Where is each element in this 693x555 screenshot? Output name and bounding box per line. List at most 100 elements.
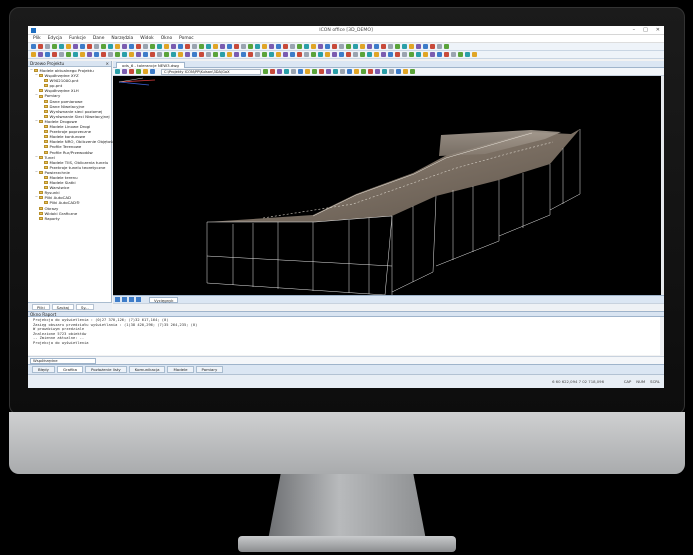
toolbar-button-icon[interactable]: [101, 52, 106, 57]
menu-view[interactable]: Widok: [140, 36, 153, 41]
3d-viewport[interactable]: [113, 76, 661, 296]
toolbar-button-icon[interactable]: [94, 44, 99, 49]
toolbar-button-icon[interactable]: [283, 52, 288, 57]
view-toolbar-button-icon[interactable]: [389, 69, 394, 74]
toolbar-button-icon[interactable]: [248, 44, 253, 49]
toolbar-button-icon[interactable]: [416, 44, 421, 49]
toolbar-button-icon[interactable]: [395, 52, 400, 57]
expand-toggle-icon[interactable]: −: [35, 93, 38, 98]
view-toolbar-button-icon[interactable]: [361, 69, 366, 74]
view-toolbar-button-icon[interactable]: [312, 69, 317, 74]
toolbar-button-icon[interactable]: [276, 44, 281, 49]
view-toolbar-button-icon[interactable]: [403, 69, 408, 74]
toolbar-button-icon[interactable]: [199, 52, 204, 57]
viewport-horizontal-scrollbar[interactable]: [113, 303, 664, 310]
toolbar-button-icon[interactable]: [465, 52, 470, 57]
toolbar-button-icon[interactable]: [367, 44, 372, 49]
toolbar-button-icon[interactable]: [150, 44, 155, 49]
toolbar-button-icon[interactable]: [388, 44, 393, 49]
toolbar-button-icon[interactable]: [143, 52, 148, 57]
toolbar-button-icon[interactable]: [234, 44, 239, 49]
toolbar-button-icon[interactable]: [241, 52, 246, 57]
tab-system[interactable]: Sy...: [75, 303, 94, 310]
tab-models[interactable]: Modele: [167, 366, 194, 373]
toolbar-button-icon[interactable]: [129, 52, 134, 57]
tree-item[interactable]: Raporty: [30, 216, 109, 221]
toolbar-button-icon[interactable]: [402, 44, 407, 49]
toolbar-button-icon[interactable]: [185, 52, 190, 57]
expand-toggle-icon[interactable]: −: [35, 170, 38, 175]
menu-functions[interactable]: Funkcje: [69, 36, 86, 41]
toolbar-button-icon[interactable]: [409, 44, 414, 49]
toolbar-button-icon[interactable]: [360, 52, 365, 57]
toolbar-button-icon[interactable]: [178, 44, 183, 49]
toolbar-button-icon[interactable]: [374, 52, 379, 57]
view-toolbar-button-icon[interactable]: [382, 69, 387, 74]
toolbar-button-icon[interactable]: [157, 44, 162, 49]
toolbar-button-icon[interactable]: [255, 52, 260, 57]
expand-toggle-icon[interactable]: −: [35, 119, 38, 124]
tab-graphics[interactable]: Grafika: [56, 366, 83, 373]
view-toolbar-button-icon[interactable]: [129, 69, 134, 74]
toolbar-button-icon[interactable]: [360, 44, 365, 49]
view-toolbar-button-icon[interactable]: [122, 69, 127, 74]
view-toolbar-button-icon[interactable]: [410, 69, 415, 74]
toolbar-button-icon[interactable]: [206, 44, 211, 49]
view-toolbar-button-icon[interactable]: [143, 69, 148, 74]
toolbar-button-icon[interactable]: [332, 52, 337, 57]
toolbar-button-icon[interactable]: [136, 52, 141, 57]
toolbar-button-icon[interactable]: [171, 44, 176, 49]
toolbar-button-icon[interactable]: [346, 52, 351, 57]
toolbar-button-icon[interactable]: [171, 52, 176, 57]
layout-tab[interactable]: Vycięgnyk: [149, 296, 179, 303]
toolbar-button-icon[interactable]: [178, 52, 183, 57]
toolbar-button-icon[interactable]: [332, 44, 337, 49]
toolbar-button-icon[interactable]: [430, 44, 435, 49]
tab-files[interactable]: Pliki: [32, 303, 50, 310]
view-toolbar-button-icon[interactable]: [291, 69, 296, 74]
toolbar-button-icon[interactable]: [262, 52, 267, 57]
view-toolbar-button-icon[interactable]: [270, 69, 275, 74]
toolbar-button-icon[interactable]: [87, 52, 92, 57]
toolbar-button-icon[interactable]: [318, 44, 323, 49]
view-toolbar-button-icon[interactable]: [340, 69, 345, 74]
toolbar-button-icon[interactable]: [409, 52, 414, 57]
toolbar-button-icon[interactable]: [213, 44, 218, 49]
toolbar-button-icon[interactable]: [290, 44, 295, 49]
minimize-icon[interactable]: –: [633, 27, 636, 33]
toolbar-button-icon[interactable]: [304, 44, 309, 49]
view-toolbar-button-icon[interactable]: [368, 69, 373, 74]
toolbar-button-icon[interactable]: [206, 52, 211, 57]
toolbar-button-icon[interactable]: [388, 52, 393, 57]
view-toolbar-button-icon[interactable]: [333, 69, 338, 74]
toolbar-button-icon[interactable]: [311, 52, 316, 57]
toolbar-button-icon[interactable]: [129, 44, 134, 49]
tab-list-position[interactable]: Pozłożenie listy: [84, 366, 127, 373]
toolbar-button-icon[interactable]: [339, 52, 344, 57]
toolbar-button-icon[interactable]: [444, 44, 449, 49]
toolbar-button-icon[interactable]: [325, 52, 330, 57]
view-toolbar-button-icon[interactable]: [354, 69, 359, 74]
maximize-icon[interactable]: □: [643, 27, 648, 33]
toolbar-button-icon[interactable]: [220, 44, 225, 49]
toolbar-button-icon[interactable]: [395, 44, 400, 49]
toolbar-button-icon[interactable]: [304, 52, 309, 57]
toolbar-button-icon[interactable]: [458, 52, 463, 57]
expand-toggle-icon[interactable]: −: [35, 155, 38, 160]
view-toolbar-button-icon[interactable]: [326, 69, 331, 74]
toolbar-button-icon[interactable]: [108, 44, 113, 49]
toolbar-button-icon[interactable]: [290, 52, 295, 57]
nav-last-icon[interactable]: [136, 297, 141, 302]
toolbar-button-icon[interactable]: [381, 44, 386, 49]
toolbar-button-icon[interactable]: [80, 44, 85, 49]
toolbar-button-icon[interactable]: [241, 44, 246, 49]
toolbar-button-icon[interactable]: [297, 44, 302, 49]
toolbar-button-icon[interactable]: [262, 44, 267, 49]
toolbar-button-icon[interactable]: [157, 52, 162, 57]
close-icon[interactable]: ✕: [656, 27, 660, 33]
toolbar-button-icon[interactable]: [423, 44, 428, 49]
view-toolbar-button-icon[interactable]: [375, 69, 380, 74]
view-toolbar-button-icon[interactable]: [319, 69, 324, 74]
toolbar-button-icon[interactable]: [269, 44, 274, 49]
view-toolbar-button-icon[interactable]: [396, 69, 401, 74]
